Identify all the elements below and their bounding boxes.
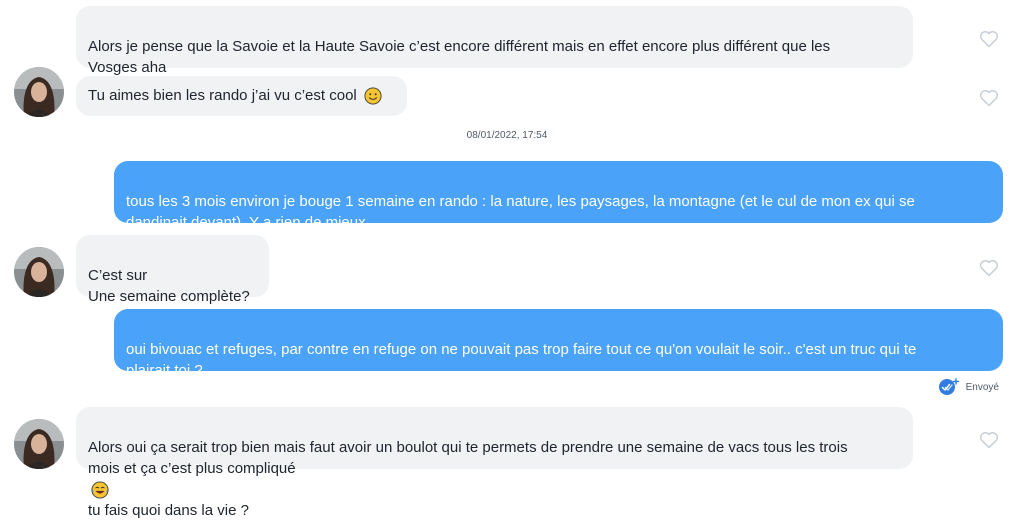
double-check-icon <box>938 378 959 395</box>
message-bubble-received[interactable]: C’est sur Une semaine complète? <box>76 235 269 305</box>
heart-icon[interactable] <box>979 431 999 449</box>
avatar[interactable] <box>14 67 64 117</box>
slightly-smiling-face-emoji <box>364 87 382 105</box>
message-text: oui bivouac et refuges, par contre en re… <box>126 341 917 379</box>
message-timestamp: 08/01/2022, 17:54 <box>466 130 548 141</box>
message-bubble-received[interactable]: Tu aimes bien les rando j’ai vu c’est co… <box>76 76 407 116</box>
message-bubble-sent[interactable]: tous les 3 mois environ je bouge 1 semai… <box>114 161 1003 231</box>
message-text: Alors oui ça serait trop bien mais faut … <box>88 439 848 477</box>
face-with-tears-of-joy-emoji <box>91 481 109 499</box>
heart-icon[interactable] <box>979 30 999 48</box>
avatar[interactable] <box>14 247 64 297</box>
message-bubble-received[interactable]: Alors je pense que la Savoie et la Haute… <box>76 6 913 76</box>
message-bubble-sent[interactable]: oui bivouac et refuges, par contre en re… <box>114 309 1003 379</box>
heart-icon[interactable] <box>979 89 999 107</box>
message-text-continued: tu fais quoi dans la vie ? <box>88 502 249 519</box>
avatar[interactable] <box>14 419 64 469</box>
message-text: Tu aimes bien les rando j’ai vu c’est co… <box>88 87 357 104</box>
message-bubble-received[interactable]: Alors oui ça serait trop bien mais faut … <box>76 407 913 519</box>
heart-icon[interactable] <box>979 259 999 277</box>
message-text: C’est sur Une semaine complète? <box>88 267 250 305</box>
delivery-status-label: Envoyé <box>965 381 999 393</box>
delivery-status: Envoyé <box>938 378 999 396</box>
message-text: tous les 3 mois environ je bouge 1 semai… <box>126 193 915 231</box>
message-text: Alors je pense que la Savoie et la Haute… <box>88 38 831 76</box>
